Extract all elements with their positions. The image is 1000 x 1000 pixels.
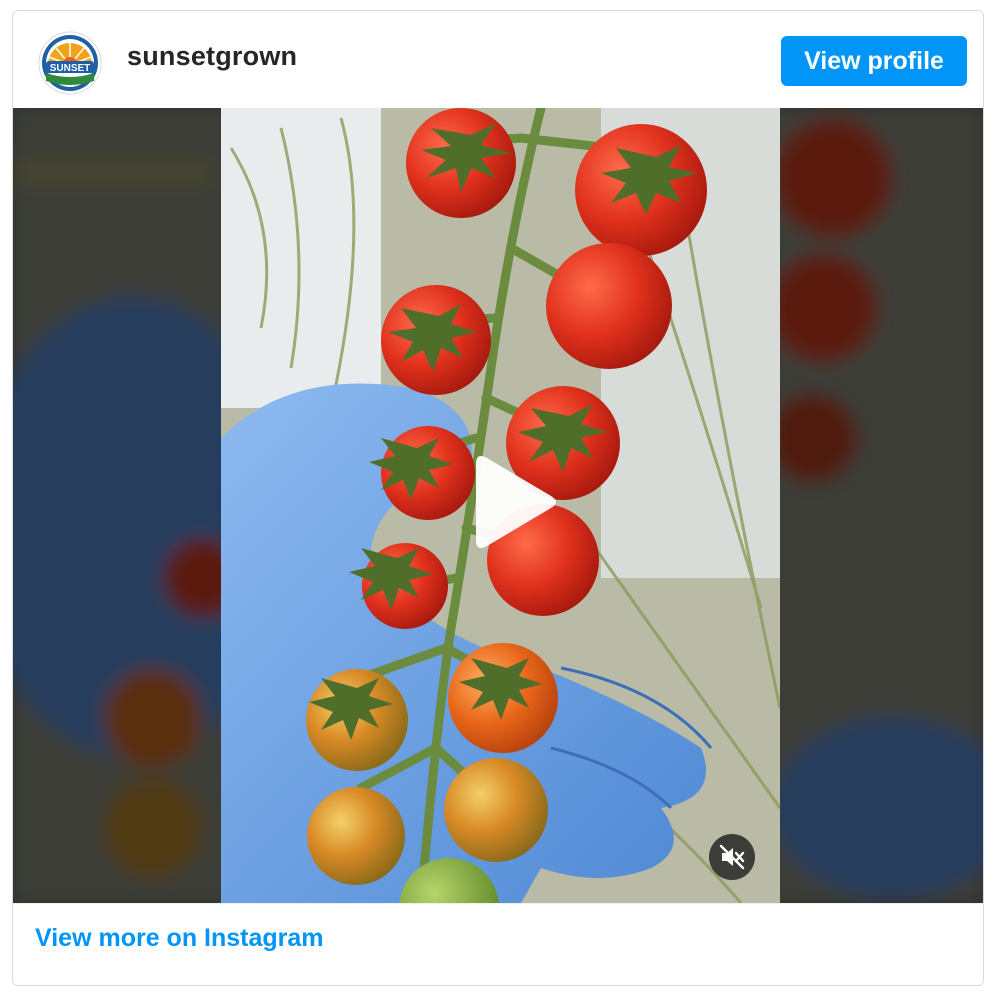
view-profile-button[interactable]: View profile xyxy=(781,36,967,86)
mute-toggle-button[interactable] xyxy=(709,834,755,880)
sunset-logo-avatar[interactable]: SUNSET xyxy=(38,31,102,95)
username[interactable]: sunsetgrown xyxy=(127,41,297,72)
avatar-logo-text: SUNSET xyxy=(50,63,91,74)
play-icon[interactable] xyxy=(443,442,563,562)
video-post[interactable] xyxy=(13,108,983,903)
post-header: SUNSET sunsetgrown View profile xyxy=(13,11,983,108)
view-more-on-instagram-link[interactable]: View more on Instagram xyxy=(35,924,324,953)
muted-speaker-icon xyxy=(719,844,745,870)
post-footer: View more on Instagram xyxy=(13,903,983,985)
instagram-embed-card: SUNSET sunsetgrown View profile View mor… xyxy=(12,10,984,986)
